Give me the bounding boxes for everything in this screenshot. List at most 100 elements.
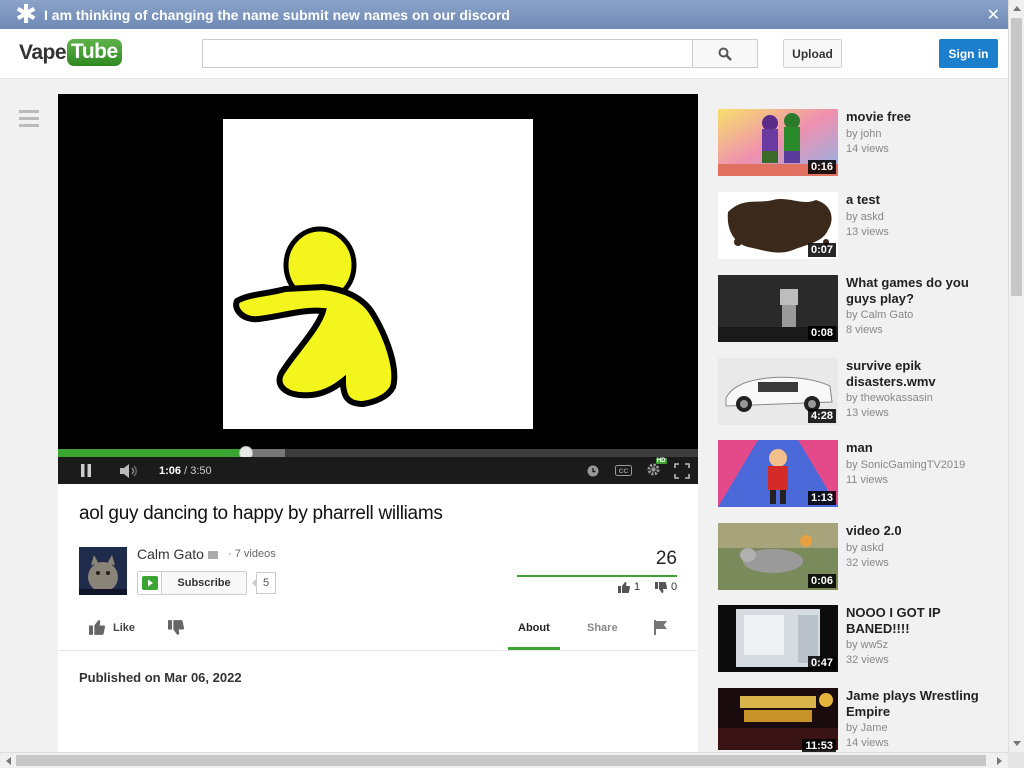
thumbs-up-icon [89, 620, 105, 635]
video-frame [223, 119, 533, 429]
upload-button[interactable]: Upload [783, 39, 842, 68]
verified-icon [207, 551, 218, 560]
video-thumbnail[interactable]: 0:47 [718, 605, 838, 672]
video-views: 13 views [846, 226, 889, 238]
related-video-item[interactable]: 0:07 a test by askd 13 views [718, 192, 988, 262]
tab-about[interactable]: About [518, 622, 550, 634]
watch-later-button[interactable] [584, 457, 602, 484]
like-ratio-bar [517, 575, 677, 577]
menu-line [19, 124, 39, 127]
scroll-down-arrow-icon[interactable] [1013, 741, 1021, 746]
dislike-count: 0 [671, 581, 678, 593]
video-thumbnail[interactable]: 0:08 [718, 275, 838, 342]
video-views: 14 views [846, 143, 889, 155]
video-title: aol guy dancing to happy by pharrell wil… [79, 503, 443, 524]
progress-bar[interactable] [58, 449, 698, 457]
video-duration: 1:13 [807, 491, 836, 505]
like-count: 1 [634, 581, 641, 593]
video-duration: 11:53 [802, 739, 836, 753]
progress-played [58, 449, 246, 457]
related-video-item[interactable]: 1:13 man by SonicGamingTV2019 11 views [718, 440, 988, 510]
video-thumbnail[interactable]: 0:16 [718, 109, 838, 176]
vertical-scrollbar[interactable] [1008, 0, 1024, 752]
video-channel: by Jame [846, 722, 888, 734]
video-thumbnail[interactable]: 1:13 [718, 440, 838, 507]
related-video-item[interactable]: 0:06 video 2.0 by askd 32 views [718, 523, 988, 593]
cat-avatar-image [79, 547, 127, 595]
settings-button[interactable]: HD [643, 457, 667, 484]
video-thumbnail[interactable]: 4:28 [718, 358, 838, 425]
horizontal-scroll-thumb[interactable] [16, 755, 986, 766]
channel-avatar[interactable] [79, 547, 127, 595]
dislike-button[interactable] [168, 620, 185, 638]
current-time: 1:06 [159, 464, 182, 477]
menu-icon[interactable] [19, 110, 39, 131]
video-views: 32 views [846, 654, 889, 666]
video-title-link[interactable]: Jame plays Wrestling Empire [846, 688, 986, 720]
pause-icon [81, 464, 91, 477]
hd-badge: HD [655, 457, 667, 464]
like-stat: 1 [618, 581, 640, 593]
thumbs-up-icon [618, 581, 630, 593]
scrollbar-corner [1008, 752, 1024, 768]
search-icon [718, 47, 732, 61]
video-title-link[interactable]: NOOO I GOT IP BANED!!!! [846, 605, 986, 637]
video-thumbnail[interactable]: 0:06 [718, 523, 838, 590]
video-title-link[interactable]: survive epik disasters.wmv [846, 358, 986, 390]
scroll-left-arrow-icon[interactable] [6, 757, 11, 765]
scroll-right-arrow-icon[interactable] [997, 757, 1002, 765]
subscribe-button[interactable]: Subscribe [137, 571, 247, 595]
video-channel: by john [846, 128, 882, 140]
video-duration: 0:47 [807, 656, 836, 670]
svg-text:CC: CC [618, 468, 628, 475]
clock-icon [587, 465, 599, 476]
view-count: 26 [655, 548, 677, 569]
search-button[interactable] [692, 39, 758, 68]
video-title-link[interactable]: man [846, 440, 986, 456]
asterisk-icon: ✱ [15, 0, 37, 29]
fullscreen-button[interactable] [670, 457, 694, 484]
video-title-link[interactable]: video 2.0 [846, 523, 986, 539]
related-video-item[interactable]: 0:47 NOOO I GOT IP BANED!!!! by ww5z 32 … [718, 605, 988, 675]
video-title-link[interactable]: movie free [846, 109, 986, 125]
captions-button[interactable]: CC [612, 457, 634, 484]
search-input[interactable] [202, 39, 693, 68]
vertical-scroll-thumb[interactable] [1011, 18, 1022, 296]
channel-name: Calm Gato [137, 546, 204, 562]
channel-name-link[interactable]: Calm Gato [137, 546, 218, 562]
close-icon[interactable]: ✕ [987, 5, 1000, 25]
tab-share[interactable]: Share [587, 622, 618, 634]
gear-icon [647, 463, 659, 475]
report-button[interactable] [654, 620, 668, 638]
sign-in-button[interactable]: Sign in [939, 39, 998, 68]
masthead: Vape Tube Upload Sign in [0, 29, 1008, 79]
like-button[interactable]: Like [89, 620, 135, 635]
like-ratio-fill [517, 575, 677, 577]
banner-message: I am thinking of changing the name submi… [44, 6, 510, 23]
related-video-item[interactable]: 0:16 movie free by john 14 views [718, 109, 988, 179]
video-duration: 0:08 [807, 326, 836, 340]
horizontal-scrollbar[interactable] [0, 752, 1008, 768]
related-video-item[interactable]: 11:53 Jame plays Wrestling Empire by Jam… [718, 688, 988, 758]
video-channel: by Calm Gato [846, 309, 914, 321]
scroll-up-arrow-icon[interactable] [1013, 6, 1021, 11]
video-duration: 0:07 [807, 243, 836, 257]
related-video-item[interactable]: 4:28 survive epik disasters.wmv by thewo… [718, 358, 988, 428]
video-views: 13 views [846, 407, 889, 419]
video-info-panel: aol guy dancing to happy by pharrell wil… [58, 484, 698, 768]
divider [58, 650, 698, 651]
video-title-link[interactable]: a test [846, 192, 986, 208]
subscriber-count: 5 [252, 572, 276, 594]
subscribe-label: Subscribe [177, 577, 231, 589]
video-title-link[interactable]: What games do you guys play? [846, 275, 986, 307]
related-video-item[interactable]: 0:08 What games do you guys play? by Cal… [718, 275, 988, 345]
pause-button[interactable] [74, 457, 98, 484]
video-thumbnail[interactable]: 11:53 [718, 688, 838, 755]
aol-running-man-figure [233, 226, 398, 408]
video-views: 8 views [846, 324, 883, 336]
volume-button[interactable] [116, 457, 142, 484]
video-player[interactable]: 1:06 / 3:50 CC HD [58, 94, 698, 484]
published-date: Published on Mar 06, 2022 [79, 670, 242, 685]
video-thumbnail[interactable]: 0:07 [718, 192, 838, 259]
site-logo[interactable]: Vape Tube [19, 39, 122, 66]
